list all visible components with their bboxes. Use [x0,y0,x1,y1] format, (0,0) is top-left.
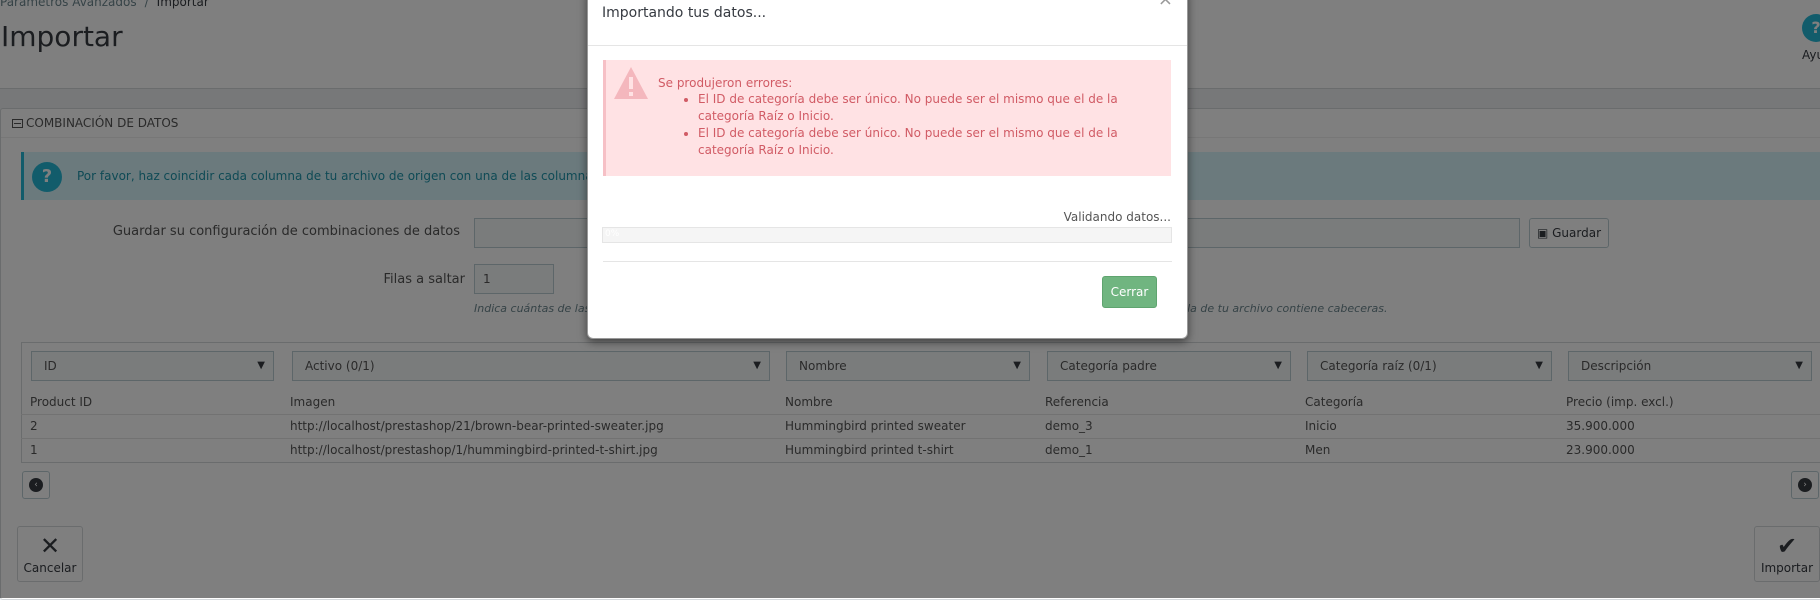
warning-icon [614,67,648,99]
error-item: El ID de categoría debe ser único. No pu… [698,125,1128,159]
error-heading: Se produjeron errores: [658,76,793,90]
error-alert: Se produjeron errores: El ID de categorí… [603,60,1171,176]
progress-percent: 0% [605,229,620,239]
modal-title: Importando tus datos... [602,5,767,21]
modal-divider [603,261,1172,262]
progress-bar: 0% [602,227,1172,243]
error-item: El ID de categoría debe ser único. No pu… [698,91,1128,125]
import-progress-modal: × Importando tus datos... Se produjeron … [587,0,1188,339]
progress-status: Validando datos... [1063,210,1171,224]
modal-divider [588,45,1187,46]
close-button[interactable]: Cerrar [1102,276,1157,308]
close-icon[interactable]: × [1158,0,1173,10]
error-list: El ID de categoría debe ser único. No pu… [658,91,1128,159]
